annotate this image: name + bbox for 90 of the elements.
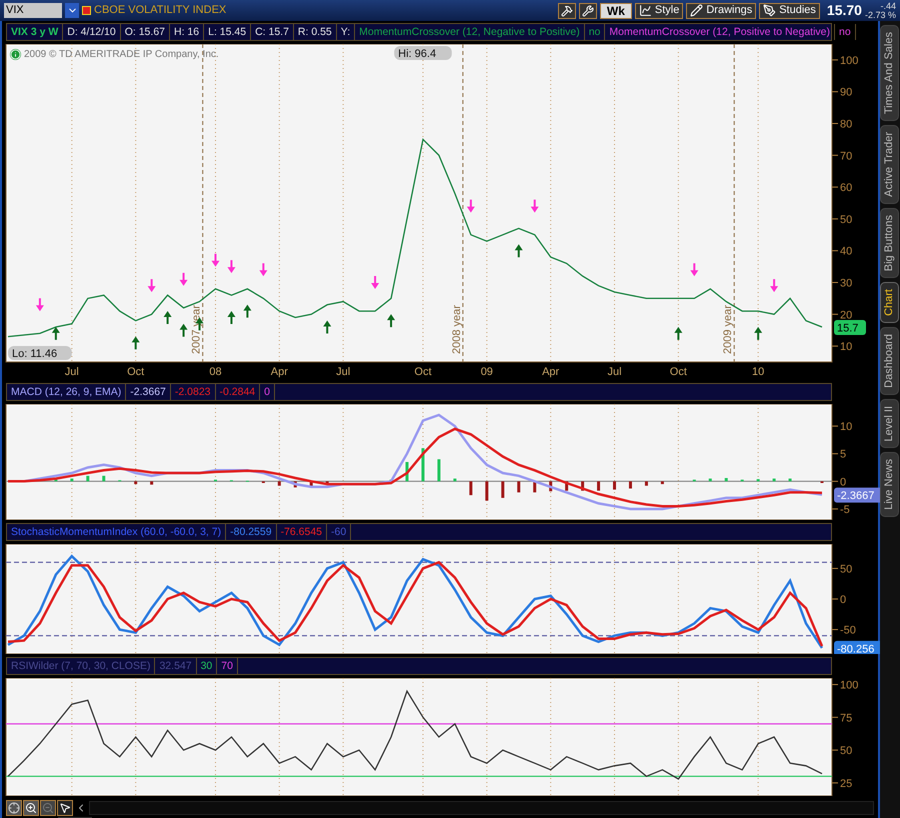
axis-tick-label: 60 — [832, 182, 852, 194]
axis-tick-label: 0 — [832, 476, 846, 488]
axis-tick-label: Apr — [542, 366, 560, 378]
legend-text: L: 15.45 — [208, 25, 246, 39]
value-callout: Lo: 11.46 — [8, 346, 72, 360]
axis-tick-label: Oct — [127, 366, 144, 378]
y-tick-label: 75 — [840, 712, 852, 724]
legend-text: 32.547 — [159, 659, 192, 673]
axis-tick-label: 5 — [832, 448, 846, 461]
axis-tick-label: Jul — [336, 366, 350, 378]
axis-tick-label: 90 — [832, 86, 852, 99]
y-tick-label: -50 — [840, 624, 856, 637]
y-tick-label: 30 — [840, 278, 852, 290]
axis-tick-label: 10 — [832, 421, 852, 434]
legend-text: O: 15.67 — [124, 25, 165, 39]
axis-tick-label: 30 — [832, 278, 852, 290]
axis-tick-label: 50 — [832, 563, 852, 576]
legend-text: H: 16 — [174, 25, 200, 39]
legend-text: Y: — [340, 25, 350, 39]
y-tick-label: 0 — [840, 476, 846, 488]
legend-text: -0.2844 — [220, 385, 256, 399]
axis-tick-label: 10 — [752, 366, 764, 378]
last-price: 15.70 — [826, 1, 862, 20]
legend-text: StochasticMomentumIndex (60.0, -60.0, 3, 7) — [11, 525, 222, 539]
legend-text: -76.6545 — [280, 525, 322, 539]
price-change: -.44 — [879, 2, 896, 10]
price-change-percent: -2.73 % — [864, 10, 896, 20]
y-tick-label: 90 — [840, 86, 852, 99]
legend-text: -60 — [331, 525, 346, 539]
axis-tick-label: 20 — [832, 309, 852, 322]
axis-tick-label: Oct — [414, 366, 432, 378]
legend-text: C: 15.7 — [255, 25, 289, 39]
y-tick-label: 20 — [840, 309, 852, 322]
axis-tick-label: 40 — [832, 246, 852, 258]
y-tick-label: 10 — [840, 341, 852, 354]
legend-text: VIX 3 y W — [11, 25, 58, 39]
y-tick-label: 60 — [840, 182, 852, 194]
axis-tick-label: 80 — [832, 118, 852, 130]
y-tick-label: -5 — [840, 504, 850, 516]
axis-tick-label: Jul — [64, 366, 79, 378]
y-tick-label: 100 — [840, 680, 858, 692]
y-tick-label: 70 — [840, 150, 852, 162]
axis-tick-label: 100 — [832, 54, 858, 67]
copyright-text: 2009 © TD AMERITRADE IP Company, Inc. — [24, 48, 219, 62]
value-callout: Hi: 96.4 — [394, 46, 452, 60]
y-tick-label: 80 — [840, 118, 852, 130]
annotation: Hi: 96.4 — [398, 48, 436, 60]
axis-tick-label: Jul — [607, 366, 622, 378]
symbol-description: CBOE VOLATILITY INDEX — [94, 3, 226, 18]
axis-tick-label: 09 — [480, 366, 493, 378]
legend-text: MomentumCrossover (12, Negative to Positive) — [359, 25, 580, 39]
last-value-tag: -2.3667 — [834, 488, 880, 503]
last-value-tag: -80.256 — [834, 640, 880, 654]
legend-text: no — [839, 25, 851, 39]
last-value-tag: 15.7 — [834, 320, 866, 336]
y-tick-label: 0 — [840, 594, 846, 606]
legend-text: MACD (12, 26, 9, EMA) — [11, 385, 122, 399]
axis-tick-label: 25 — [832, 778, 852, 790]
axis-tick-label: 75 — [832, 712, 852, 724]
axis-tick-label: -5 — [832, 504, 850, 516]
legend-text: D: 4/12/10 — [67, 25, 116, 39]
y-tick-label: 25 — [840, 778, 852, 790]
axis-tick-label: 08 — [209, 366, 222, 378]
y-tick-label: 50 — [840, 563, 852, 576]
axis-tick-label: 50 — [832, 745, 852, 758]
y-tick-label: 5 — [840, 448, 846, 461]
axis-tick-label: 70 — [832, 150, 852, 162]
axis-tick-label: 50 — [832, 214, 852, 226]
legend-text: -80.2559 — [230, 525, 272, 539]
axis-tick-label: 0 — [832, 594, 846, 606]
axis-tick-label: 10 — [832, 341, 852, 354]
annotation: Lo: 11.46 — [12, 348, 58, 360]
axis-tick-label: Apr — [270, 366, 288, 378]
legend-text: 30 — [200, 659, 212, 673]
axis-tick-label: Oct — [670, 366, 687, 378]
legend-text: R: 0.55 — [298, 25, 332, 39]
y-tick-label: 50 — [840, 745, 852, 758]
axis-tick-label: 100 — [832, 680, 858, 692]
legend-text: MomentumCrossover (12, Positive to Negative) — [609, 25, 830, 39]
y-tick-label: 10 — [840, 421, 852, 434]
y-tick-label: 50 — [840, 214, 852, 226]
legend-text: 0 — [264, 385, 270, 399]
legend-text: 70 — [221, 659, 233, 673]
legend-text: RSIWilder (7, 70, 30, CLOSE) — [11, 659, 150, 673]
y-tick-label: 40 — [840, 246, 852, 258]
legend-text: -2.3667 — [130, 385, 166, 399]
axis-tick-label: -50 — [832, 624, 856, 637]
legend-text: no — [588, 25, 600, 39]
legend-text: -2.0823 — [174, 385, 211, 399]
y-tick-label: 100 — [840, 54, 858, 67]
